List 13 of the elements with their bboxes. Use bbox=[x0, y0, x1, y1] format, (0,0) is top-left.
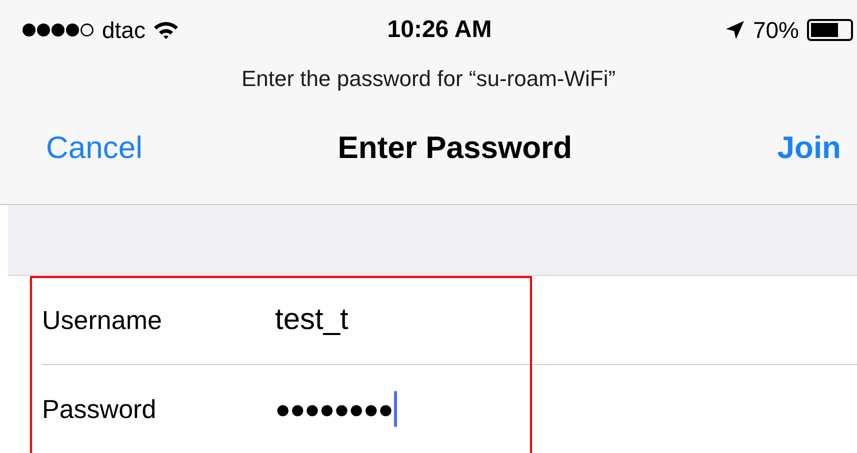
clock-time: 10:26 AM bbox=[387, 16, 492, 44]
location-arrow-icon bbox=[724, 20, 745, 40]
prompt-text: Enter the password for “su-roam-WiFi” bbox=[241, 66, 616, 92]
carrier-name: dtac bbox=[102, 16, 146, 44]
input-field[interactable]: ●●●●●●●● bbox=[275, 391, 397, 427]
wifi-icon bbox=[153, 20, 180, 40]
field-label: Password bbox=[42, 394, 158, 424]
screen-title: Enter Password bbox=[338, 130, 572, 165]
field-label: Username bbox=[42, 304, 163, 336]
text-cursor bbox=[394, 391, 397, 427]
signal-icon bbox=[22, 22, 94, 38]
battery-percentage: 70% bbox=[752, 16, 800, 44]
input-field[interactable]: test_t bbox=[275, 303, 348, 337]
